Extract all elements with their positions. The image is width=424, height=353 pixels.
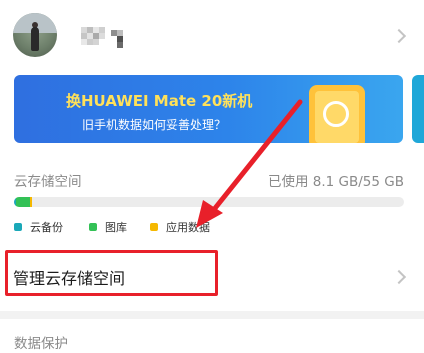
phone-transfer-icon (309, 85, 365, 143)
bar-segment-gallery (16, 197, 31, 207)
legend-label: 图库 (105, 221, 127, 234)
legend-item-app-data: 应用数据 (150, 218, 210, 236)
legend-label: 云备份 (30, 221, 63, 234)
next-banner-peek[interactable] (412, 75, 424, 143)
legend-item-gallery: 图库 (89, 218, 127, 236)
data-protection-title: 数据保护 (14, 336, 68, 352)
legend-label: 应用数据 (166, 221, 210, 234)
promo-banner[interactable]: 换HUAWEI Mate 20新机 旧手机数据如何妥善处理？ (14, 75, 403, 143)
legend-dot (14, 223, 22, 231)
avatar (13, 13, 57, 57)
storage-section-title: 云存储空间 (14, 174, 82, 190)
legend-dot (89, 223, 97, 231)
banner-title: 换HUAWEI Mate 20新机 (66, 92, 253, 110)
chevron-right-icon (391, 269, 407, 285)
legend-item-cloud-backup: 云备份 (14, 218, 63, 236)
chevron-right-icon (391, 28, 407, 44)
banner-subtitle: 旧手机数据如何妥善处理？ (82, 118, 227, 132)
legend-dot (150, 223, 158, 231)
account-profile-row[interactable] (0, 0, 424, 66)
blurred-username (81, 27, 127, 48)
section-divider (0, 311, 424, 319)
bar-segment-app-data (30, 197, 33, 207)
annotation-highlight-box (5, 250, 218, 296)
storage-used-text: 已使用 8.1 GB/55 GB (267, 174, 404, 190)
storage-usage-bar (14, 197, 404, 207)
